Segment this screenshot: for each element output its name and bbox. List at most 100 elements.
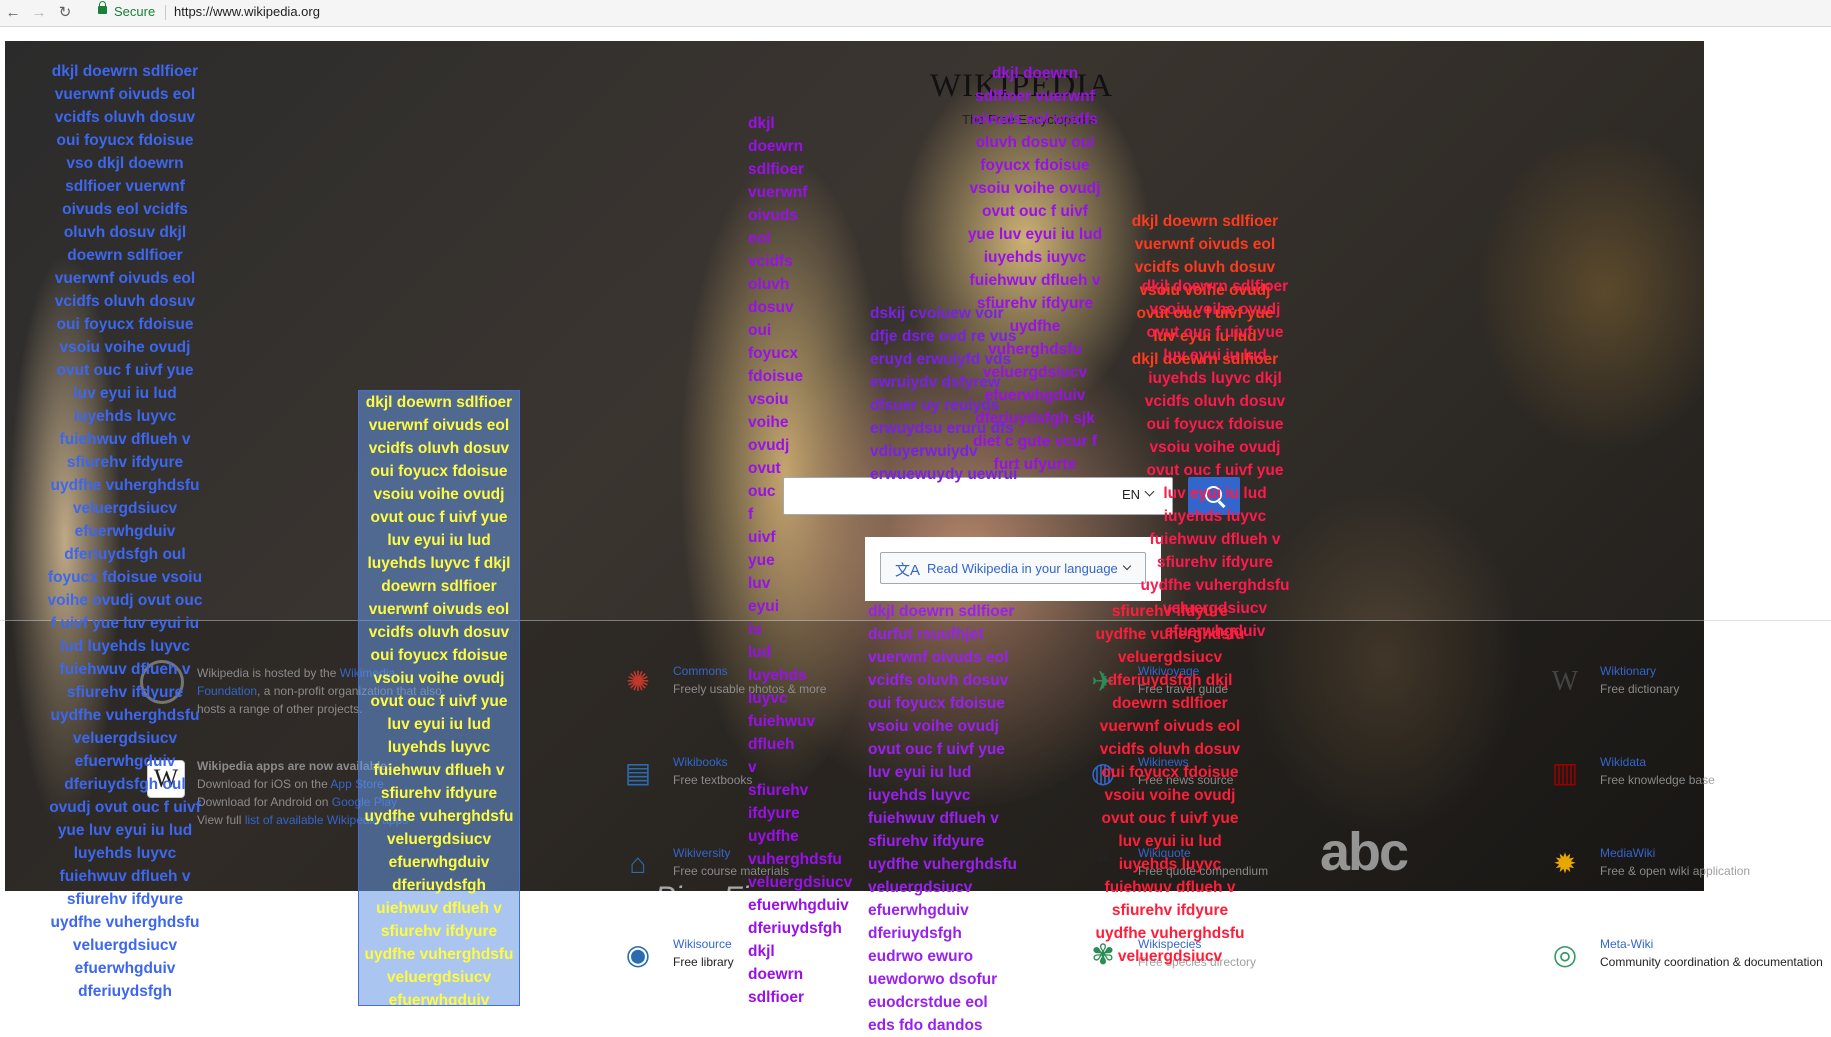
project-name[interactable]: Wikiversity bbox=[673, 846, 730, 860]
overlay-text-line: dkjl bbox=[748, 115, 775, 132]
overlay-text-line: eruyd erwuiyfd vds bbox=[870, 351, 1012, 368]
overlay-text-line: f bbox=[748, 506, 754, 523]
overlay-text-line: sfiurehv ifdyure bbox=[66, 454, 184, 471]
read-language-button[interactable]: 文A Read Wikipedia in your language bbox=[880, 552, 1146, 584]
overlay-text-line: uivf bbox=[748, 529, 776, 546]
overlay-text-line: fuiehwuv dflueh v bbox=[1149, 531, 1281, 548]
project-name[interactable]: Commons bbox=[673, 664, 728, 678]
overlay-text-line: uydfhe vuherghdsfu bbox=[1095, 626, 1245, 643]
project-name[interactable]: Meta-Wiki bbox=[1600, 937, 1653, 951]
overlay-text-line: veluergdsiucv bbox=[72, 937, 178, 954]
overlay-text-line: f uivf yue luv eyui iu bbox=[50, 615, 200, 632]
overlay-text-line: dferiuydsfgh bbox=[392, 877, 486, 894]
overlay-text-line: efuerwhgduiv bbox=[748, 897, 849, 914]
project-name[interactable]: Wikibooks bbox=[673, 755, 728, 769]
overlay-text-column: dskij cvoiuew voir dfje dsre ovd re vus er… bbox=[870, 302, 1017, 486]
overlay-text-line: uydfhe vuherghdsfu bbox=[364, 946, 514, 963]
overlay-text-line: luyehds luyvc bbox=[73, 845, 177, 862]
overlay-text-line: dferiuydsfgh oul bbox=[64, 776, 186, 793]
overlay-text-line: dferiuydsfgh oul bbox=[64, 546, 186, 563]
forward-button[interactable]: → bbox=[30, 3, 48, 23]
overlay-text-line: vdiuyerwuiydv bbox=[870, 443, 978, 460]
overlay-text-line: fuiehwuv dflueh v bbox=[969, 272, 1101, 289]
overlay-text-line: dferiuydsfgh bbox=[868, 925, 962, 942]
overlay-text-line: veluergdsiucv bbox=[1117, 649, 1223, 666]
overlay-text-line: iuyehds luyvc bbox=[1163, 508, 1267, 525]
overlay-text-line: ovut ouc f uivf yue bbox=[868, 741, 1005, 758]
overlay-text-line: ovut ouc f uivf yue bbox=[1146, 324, 1284, 341]
overlay-text-line: luv eyui iu lud bbox=[387, 716, 491, 733]
overlay-text-line: veluergdsiucv bbox=[72, 730, 178, 747]
overlay-text-line: luv eyui iu lud bbox=[1163, 347, 1267, 364]
overlay-text-line: voihe bbox=[748, 414, 789, 431]
reload-button[interactable]: ↻ bbox=[56, 3, 74, 23]
overlay-text-line: vsoiu bbox=[748, 391, 789, 408]
overlay-text-line: euodcrstdue eol bbox=[868, 994, 988, 1011]
overlay-text-line: ovudj bbox=[748, 437, 790, 454]
overlay-text-line: vuerwnf oivuds eol bbox=[54, 86, 196, 103]
overlay-text-line: vcidfs oluvh dosuv bbox=[54, 109, 196, 126]
overlay-text-line: oui foyucx fdoisue bbox=[56, 316, 194, 333]
overlay-text-line: veluergdsiucv bbox=[72, 500, 178, 517]
overlay-text-column: dkjl doewrn sdlfioer vsoiu voihe ovudj ovu… bbox=[1130, 275, 1300, 643]
overlay-text-line: lud bbox=[748, 644, 772, 661]
overlay-text-line: oluvh bbox=[748, 276, 790, 293]
overlay-text-line: vsoiu voihe ovudj bbox=[868, 718, 999, 735]
overlay-text-line: sdlfioer bbox=[748, 161, 804, 178]
overlay-text-line: vsoiu voihe ovudj bbox=[1149, 301, 1281, 318]
overlay-text-line: ouc bbox=[748, 483, 776, 500]
overlay-text-line: v bbox=[748, 759, 757, 776]
project-desc: Free dictionary bbox=[1600, 682, 1680, 696]
overlay-text-line: dflueh bbox=[748, 736, 795, 753]
overlay-text-line: uydfhe vuherghdsfu bbox=[50, 477, 200, 494]
overlay-text-line: sdlfioer vuerwnf bbox=[975, 88, 1095, 105]
overlay-text-line: sfiurehv ifdyure bbox=[380, 923, 498, 940]
address-bar[interactable]: https://www.wikipedia.org bbox=[174, 4, 320, 19]
overlay-text-line: sfiurehv ifdyure bbox=[66, 684, 184, 701]
overlay-text-line: vuerwnf oivuds eol bbox=[54, 270, 196, 287]
overlay-text-line: doewrn sdlfioer bbox=[381, 578, 497, 595]
back-button[interactable]: ← bbox=[4, 3, 22, 23]
project-name[interactable]: Wikidata bbox=[1600, 755, 1646, 769]
overlay-text-line: ovut ouc f uivf yue bbox=[1101, 810, 1239, 827]
wikiversity-icon: ⌂ bbox=[629, 848, 647, 879]
overlay-text-line: luv eyui iu lud bbox=[73, 385, 177, 402]
overlay-text-line: dferiuydsfgh bbox=[748, 920, 842, 937]
overlay-text-line: iu bbox=[748, 621, 762, 638]
ios-text: Download for iOS on the bbox=[197, 777, 331, 791]
overlay-text-line: vuerwnf oivuds eol bbox=[368, 417, 510, 434]
overlay-text-line: oivuds bbox=[748, 207, 798, 224]
overlay-text-column-highlighted: dkjl doewrn sdlfioer vuerwnf oivuds eol vc… bbox=[358, 390, 520, 1006]
overlay-text-line: vuerwnf oivuds eol bbox=[1134, 236, 1276, 253]
overlay-text-line: sfiurehv bbox=[748, 782, 809, 799]
overlay-text-line: dkjl doewrn sdlfioer bbox=[365, 394, 513, 411]
project-name[interactable]: MediaWiki bbox=[1600, 846, 1655, 860]
overlay-text-line: fuiehwuv dflueh v bbox=[59, 868, 191, 885]
overlay-text-column: dkjl doewrn sdlfioer vuerwnf oivuds eol vc… bbox=[40, 60, 210, 1003]
overlay-text-line: erwuydsu eruru dfs bbox=[870, 420, 1014, 437]
overlay-text-line: fuiehwuv bbox=[748, 713, 816, 730]
overlay-text-line: efuerwhgduiv bbox=[388, 992, 490, 1006]
overlay-text-line: oivuds eol vcidfs bbox=[972, 111, 1098, 128]
overlay-text-line: efuerwhgduiv bbox=[74, 523, 176, 540]
wikisource-icon: ◉ bbox=[625, 939, 651, 970]
photo-shade bbox=[5, 621, 1704, 891]
overlay-text-line: uydfhe vuherghdsfu bbox=[50, 914, 200, 931]
project-name[interactable]: Wikisource bbox=[673, 937, 732, 951]
overlay-text-line: luyvc bbox=[748, 690, 788, 707]
overlay-text-line: dosuv bbox=[748, 299, 794, 316]
overlay-text-line: doewrn sdlfioer bbox=[67, 247, 183, 264]
overlay-text-line: luv eyui iu lud bbox=[1118, 833, 1222, 850]
project-name[interactable]: Wiktionary bbox=[1600, 664, 1656, 678]
project-desc: Free & open wiki application bbox=[1600, 864, 1751, 878]
overlay-text-line: vcidfs oluvh dosuv bbox=[368, 624, 510, 641]
overlay-text-line: sdlfioer vuerwnf bbox=[65, 178, 185, 195]
overlay-text-line: iuyehds luyvc bbox=[73, 408, 177, 425]
overlay-text-line: ewruiydv dsfyrew bbox=[870, 374, 1001, 391]
overlay-text-line: vuerwnf oivuds eol bbox=[868, 649, 1009, 666]
overlay-text-line: oui foyucx fdoisue bbox=[868, 695, 1005, 712]
overlay-text-line: fuiehwuv dflueh v bbox=[59, 661, 191, 678]
overlay-text-line: oui foyucx fdoisue bbox=[370, 647, 508, 664]
overlay-text-line: luv bbox=[748, 575, 771, 592]
overlay-text-line: eds fdo dandos bbox=[868, 1017, 983, 1034]
